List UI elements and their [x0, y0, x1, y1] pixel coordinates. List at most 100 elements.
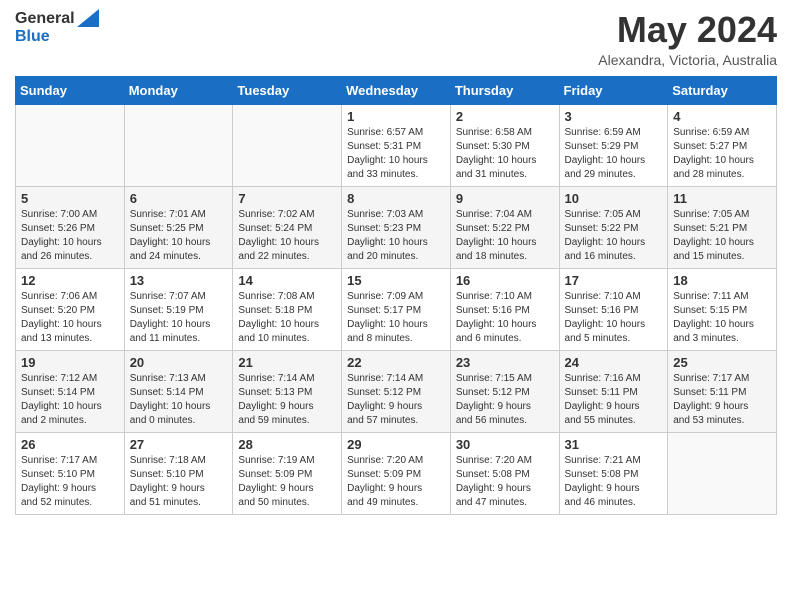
calendar-cell — [668, 432, 777, 514]
day-info: Sunrise: 6:57 AMSunset: 5:31 PMDaylight:… — [347, 126, 445, 182]
day-number: 9 — [456, 191, 554, 206]
calendar-cell: 29Sunrise: 7:20 AMSunset: 5:09 PMDayligh… — [342, 432, 451, 514]
calendar-cell: 30 Sunrise: 7:20 AMSunset: 5:08 PMDayligh… — [450, 432, 559, 514]
logo-general: General — [15, 10, 75, 28]
day-info: Sunrise: 7:00 AMSunset: 5:26 PMDaylight:… — [21, 208, 119, 264]
calendar: SundayMondayTuesdayWednesdayThursdayFrid… — [15, 76, 777, 515]
day-info: Sunrise: 6:58 AMSunset: 5:30 PMDaylight:… — [456, 126, 554, 182]
calendar-cell: 3Sunrise: 6:59 AMSunset: 5:29 PMDaylight… — [559, 104, 668, 186]
day-number: 8 — [347, 191, 445, 206]
calendar-cell: 15 Sunrise: 7:09 AMSunset: 5:17 PMDayligh… — [342, 268, 451, 350]
calendar-cell: 18 Sunrise: 7:11 AMSunset: 5:15 PMDayligh… — [668, 268, 777, 350]
day-info: Sunrise: 7:11 AMSunset: 5:15 PMDaylight:… — [673, 290, 771, 346]
calendar-cell: 23Sunrise: 7:15 AMSunset: 5:12 PMDayligh… — [450, 350, 559, 432]
calendar-cell: 8 Sunrise: 7:03 AMSunset: 5:23 PMDaylight… — [342, 186, 451, 268]
calendar-cell — [16, 104, 125, 186]
calendar-cell: 6Sunrise: 7:01 AMSunset: 5:25 PMDaylight… — [124, 186, 233, 268]
page: General Blue May 2024 Alexandra, Victori… — [0, 0, 792, 612]
day-number: 14 — [238, 273, 336, 288]
calendar-cell — [124, 104, 233, 186]
day-number: 19 — [21, 355, 119, 370]
calendar-cell: 7 Sunrise: 7:02 AMSunset: 5:24 PMDaylight… — [233, 186, 342, 268]
day-number: 27 — [130, 437, 228, 452]
weekday-header-monday: Monday — [124, 76, 233, 104]
calendar-week-row: 5 Sunrise: 7:00 AMSunset: 5:26 PMDaylight… — [16, 186, 777, 268]
day-number: 16 — [456, 273, 554, 288]
calendar-week-row: 12Sunrise: 7:06 AMSunset: 5:20 PMDayligh… — [16, 268, 777, 350]
day-number: 4 — [673, 109, 771, 124]
calendar-cell: 24Sunrise: 7:16 AMSunset: 5:11 PMDayligh… — [559, 350, 668, 432]
day-info: Sunrise: 7:20 AMSunset: 5:08 PMDaylight:… — [456, 454, 554, 510]
calendar-cell: 1 Sunrise: 6:57 AMSunset: 5:31 PMDaylight… — [342, 104, 451, 186]
day-info: Sunrise: 7:12 AMSunset: 5:14 PMDaylight:… — [21, 372, 119, 428]
day-number: 1 — [347, 109, 445, 124]
calendar-cell: 10 Sunrise: 7:05 AMSunset: 5:22 PMDayligh… — [559, 186, 668, 268]
weekday-header-tuesday: Tuesday — [233, 76, 342, 104]
day-info: Sunrise: 7:17 AMSunset: 5:10 PMDaylight:… — [21, 454, 119, 510]
day-info: Sunrise: 7:07 AMSunset: 5:19 PMDaylight:… — [130, 290, 228, 346]
day-info: Sunrise: 7:10 AMSunset: 5:16 PMDaylight:… — [456, 290, 554, 346]
calendar-cell: 19 Sunrise: 7:12 AMSunset: 5:14 PMDayligh… — [16, 350, 125, 432]
calendar-cell: 21 Sunrise: 7:14 AMSunset: 5:13 PMDayligh… — [233, 350, 342, 432]
day-number: 31 — [565, 437, 663, 452]
logo-line1: General — [15, 10, 99, 28]
day-info: Sunrise: 7:02 AMSunset: 5:24 PMDaylight:… — [238, 208, 336, 264]
header: General Blue May 2024 Alexandra, Victori… — [15, 10, 777, 68]
calendar-cell: 31 Sunrise: 7:21 AMSunset: 5:08 PMDayligh… — [559, 432, 668, 514]
day-info: Sunrise: 6:59 AMSunset: 5:29 PMDaylight:… — [565, 126, 663, 182]
day-number: 6 — [130, 191, 228, 206]
calendar-cell: 9Sunrise: 7:04 AMSunset: 5:22 PMDaylight… — [450, 186, 559, 268]
day-info: Sunrise: 7:06 AMSunset: 5:20 PMDaylight:… — [21, 290, 119, 346]
day-number: 7 — [238, 191, 336, 206]
day-info: Sunrise: 7:21 AMSunset: 5:08 PMDaylight:… — [565, 454, 663, 510]
weekday-header-thursday: Thursday — [450, 76, 559, 104]
day-info: Sunrise: 7:15 AMSunset: 5:12 PMDaylight:… — [456, 372, 554, 428]
weekday-header-saturday: Saturday — [668, 76, 777, 104]
day-number: 2 — [456, 109, 554, 124]
weekday-header-friday: Friday — [559, 76, 668, 104]
calendar-cell: 27 Sunrise: 7:18 AMSunset: 5:10 PMDayligh… — [124, 432, 233, 514]
day-number: 28 — [238, 437, 336, 452]
day-number: 10 — [565, 191, 663, 206]
day-info: Sunrise: 7:20 AMSunset: 5:09 PMDaylight:… — [347, 454, 445, 510]
day-info: Sunrise: 7:17 AMSunset: 5:11 PMDaylight:… — [673, 372, 771, 428]
calendar-week-row: 26Sunrise: 7:17 AMSunset: 5:10 PMDayligh… — [16, 432, 777, 514]
calendar-week-row: 1 Sunrise: 6:57 AMSunset: 5:31 PMDaylight… — [16, 104, 777, 186]
logo-blue-line: Blue — [15, 28, 50, 46]
weekday-header-sunday: Sunday — [16, 76, 125, 104]
day-info: Sunrise: 7:13 AMSunset: 5:14 PMDaylight:… — [130, 372, 228, 428]
day-number: 25 — [673, 355, 771, 370]
day-info: Sunrise: 7:19 AMSunset: 5:09 PMDaylight:… — [238, 454, 336, 510]
day-number: 22 — [347, 355, 445, 370]
calendar-week-row: 19 Sunrise: 7:12 AMSunset: 5:14 PMDayligh… — [16, 350, 777, 432]
calendar-cell: 5 Sunrise: 7:00 AMSunset: 5:26 PMDaylight… — [16, 186, 125, 268]
day-number: 21 — [238, 355, 336, 370]
calendar-cell: 16 Sunrise: 7:10 AMSunset: 5:16 PMDayligh… — [450, 268, 559, 350]
day-number: 17 — [565, 273, 663, 288]
calendar-cell: 25 Sunrise: 7:17 AMSunset: 5:11 PMDayligh… — [668, 350, 777, 432]
calendar-cell: 13 Sunrise: 7:07 AMSunset: 5:19 PMDayligh… — [124, 268, 233, 350]
day-number: 18 — [673, 273, 771, 288]
day-info: Sunrise: 7:03 AMSunset: 5:23 PMDaylight:… — [347, 208, 445, 264]
day-number: 13 — [130, 273, 228, 288]
weekday-header-row: SundayMondayTuesdayWednesdayThursdayFrid… — [16, 76, 777, 104]
day-info: Sunrise: 7:14 AMSunset: 5:13 PMDaylight:… — [238, 372, 336, 428]
month-title: May 2024 — [598, 10, 777, 50]
calendar-cell: 28 Sunrise: 7:19 AMSunset: 5:09 PMDayligh… — [233, 432, 342, 514]
calendar-cell: 17 Sunrise: 7:10 AMSunset: 5:16 PMDayligh… — [559, 268, 668, 350]
location: Alexandra, Victoria, Australia — [598, 52, 777, 68]
calendar-cell: 2 Sunrise: 6:58 AMSunset: 5:30 PMDaylight… — [450, 104, 559, 186]
day-info: Sunrise: 7:18 AMSunset: 5:10 PMDaylight:… — [130, 454, 228, 510]
day-info: Sunrise: 7:10 AMSunset: 5:16 PMDaylight:… — [565, 290, 663, 346]
day-number: 5 — [21, 191, 119, 206]
day-info: Sunrise: 7:05 AMSunset: 5:22 PMDaylight:… — [565, 208, 663, 264]
calendar-cell: 11Sunrise: 7:05 AMSunset: 5:21 PMDayligh… — [668, 186, 777, 268]
day-number: 11 — [673, 191, 771, 206]
calendar-cell: 4 Sunrise: 6:59 AMSunset: 5:27 PMDaylight… — [668, 104, 777, 186]
day-info: Sunrise: 7:09 AMSunset: 5:17 PMDaylight:… — [347, 290, 445, 346]
day-info: Sunrise: 6:59 AMSunset: 5:27 PMDaylight:… — [673, 126, 771, 182]
logo: General Blue — [15, 10, 99, 46]
day-number: 15 — [347, 273, 445, 288]
calendar-cell: 26Sunrise: 7:17 AMSunset: 5:10 PMDayligh… — [16, 432, 125, 514]
day-number: 30 — [456, 437, 554, 452]
